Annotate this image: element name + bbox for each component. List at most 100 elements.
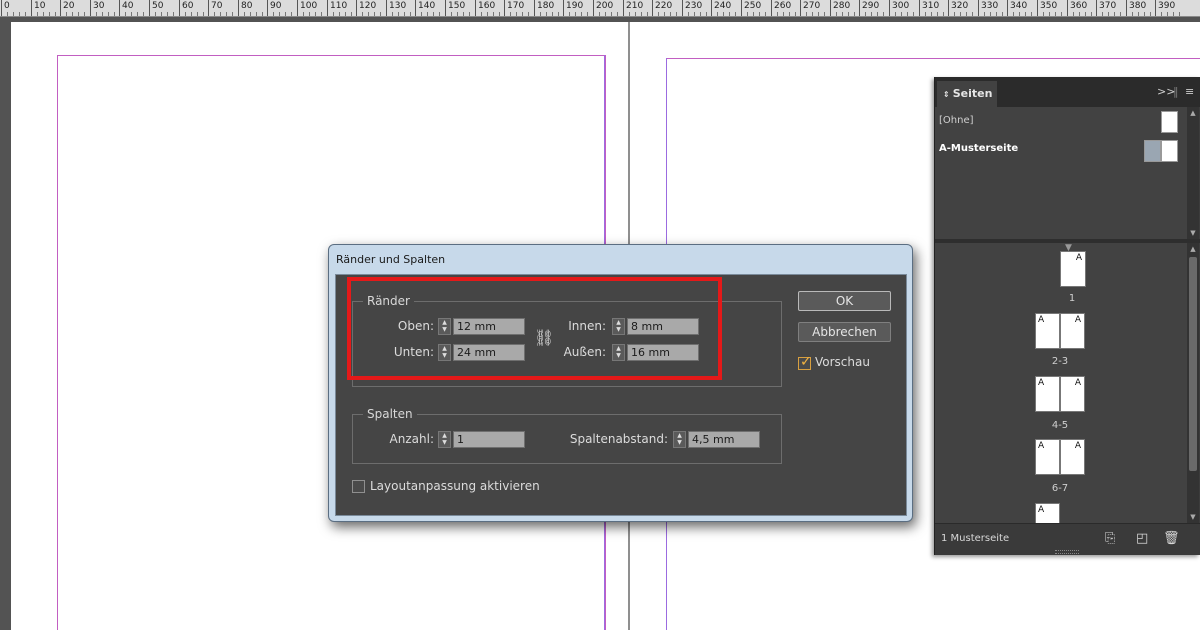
tab-label: Seiten bbox=[952, 87, 993, 100]
tab-seiten[interactable]: ⇕ Seiten bbox=[937, 81, 997, 107]
ruler-minor-tick bbox=[433, 12, 434, 16]
master-prefix: A bbox=[1075, 253, 1082, 263]
column-count-input[interactable]: 1 bbox=[453, 431, 525, 448]
ok-button[interactable]: OK bbox=[798, 291, 891, 311]
resize-grip-icon[interactable] bbox=[1055, 550, 1079, 554]
gutter-input[interactable]: 4,5 mm bbox=[688, 431, 760, 448]
page-thumb-3[interactable]: A bbox=[1060, 313, 1085, 349]
ruler-minor-tick bbox=[493, 12, 494, 16]
ruler-tick: 200 bbox=[593, 0, 613, 16]
ruler-minor-tick bbox=[1102, 12, 1103, 16]
gutter-stepper[interactable]: ▲ ▼ bbox=[673, 431, 686, 448]
ruler-minor-tick bbox=[990, 12, 991, 16]
master-prefix: A bbox=[1074, 378, 1081, 388]
ruler-minor-tick bbox=[907, 12, 908, 16]
new-page-icon[interactable]: ◰ bbox=[1136, 531, 1148, 546]
ruler-minor-tick bbox=[605, 12, 606, 16]
ruler-tick: 160 bbox=[475, 0, 495, 16]
ruler-minor-tick bbox=[1120, 12, 1121, 16]
ruler-minor-tick bbox=[587, 12, 588, 16]
page-thumb-2[interactable]: A bbox=[1035, 313, 1060, 349]
master-thumb-a-right[interactable] bbox=[1161, 140, 1178, 162]
master-prefix: A bbox=[1038, 441, 1045, 451]
page-thumb-4[interactable]: A bbox=[1035, 376, 1060, 412]
scroll-up-icon[interactable]: ▲ bbox=[1188, 109, 1198, 117]
ruler-minor-tick bbox=[700, 12, 701, 16]
ruler-tick: 240 bbox=[711, 0, 731, 16]
masters-scrollbar[interactable]: ▲ ▼ bbox=[1187, 107, 1199, 239]
ruler-minor-tick bbox=[777, 12, 778, 16]
ruler-minor-tick bbox=[392, 12, 393, 16]
ruler-tick-label: 350 bbox=[1040, 1, 1058, 11]
ruler-tick: 80 bbox=[238, 0, 252, 16]
pages-scroll-thumb[interactable] bbox=[1189, 257, 1197, 471]
scroll-up-icon[interactable]: ▲ bbox=[1188, 245, 1198, 253]
ruler-minor-tick bbox=[735, 12, 736, 16]
page-thumb-6[interactable]: A bbox=[1035, 439, 1060, 475]
delete-page-icon[interactable]: 🗑 bbox=[1163, 531, 1180, 546]
page-thumb-1[interactable]: A bbox=[1060, 251, 1086, 287]
page-thumb-8[interactable]: A bbox=[1035, 503, 1060, 523]
ruler-minor-tick bbox=[954, 12, 955, 16]
ruler-tick-label: 140 bbox=[418, 1, 436, 11]
ruler-tick-label: 10 bbox=[34, 1, 46, 11]
ruler-minor-tick bbox=[865, 12, 866, 16]
master-item-none[interactable]: [Ohne] bbox=[939, 115, 974, 126]
pages-scrollbar[interactable]: ▲ ▼ bbox=[1187, 243, 1199, 523]
ruler-minor-tick bbox=[546, 12, 547, 16]
ruler-minor-tick bbox=[670, 12, 671, 16]
ruler-tick: 380 bbox=[1126, 0, 1146, 16]
ruler-minor-tick bbox=[729, 12, 730, 16]
scroll-down-icon[interactable]: ▼ bbox=[1188, 513, 1198, 521]
ruler-minor-tick bbox=[1108, 12, 1109, 16]
ruler-tick: 310 bbox=[919, 0, 939, 16]
column-count-stepper[interactable]: ▲ ▼ bbox=[438, 431, 451, 448]
ruler-minor-tick bbox=[499, 12, 500, 16]
ruler-minor-tick bbox=[966, 12, 967, 16]
ruler-minor-tick bbox=[871, 12, 872, 16]
ruler-minor-tick bbox=[528, 12, 529, 16]
ruler-minor-tick bbox=[931, 12, 932, 16]
ruler-minor-tick bbox=[516, 12, 517, 16]
ruler-tick-label: 290 bbox=[862, 1, 880, 11]
ruler-minor-tick bbox=[374, 12, 375, 16]
ruler-minor-tick bbox=[694, 12, 695, 16]
panel-menu-icon[interactable]: ≡ bbox=[1185, 85, 1194, 98]
page-thumb-7[interactable]: A bbox=[1060, 439, 1085, 475]
preview-checkbox[interactable]: ✓ bbox=[798, 354, 812, 370]
layout-adjust-checkbox[interactable] bbox=[352, 480, 365, 493]
ruler-tick: 320 bbox=[948, 0, 968, 16]
ruler-minor-tick bbox=[812, 12, 813, 16]
master-item-a[interactable]: A-Musterseite bbox=[939, 143, 1018, 154]
ruler-minor-tick bbox=[558, 12, 559, 16]
ruler-minor-tick bbox=[25, 12, 26, 16]
ruler-minor-tick bbox=[540, 12, 541, 16]
horizontal-ruler[interactable]: 0 10 20 30 40 50 60 70 80 90 100 110 120 130 140 150 160… bbox=[0, 0, 1200, 17]
ruler-tick: 170 bbox=[504, 0, 524, 16]
page-label-4-5: 4-5 bbox=[1051, 420, 1069, 431]
ruler-tick-label: 110 bbox=[330, 1, 348, 11]
ruler-minor-tick bbox=[279, 12, 280, 16]
ruler-tick: 40 bbox=[119, 0, 133, 16]
ruler-tick-label: 120 bbox=[359, 1, 377, 11]
ruler-tick-label: 330 bbox=[981, 1, 999, 11]
ruler-minor-tick bbox=[937, 12, 938, 16]
ruler-minor-tick bbox=[1055, 12, 1056, 16]
ruler-tick-label: 0 bbox=[4, 1, 10, 11]
master-thumb-a-left[interactable] bbox=[1144, 140, 1161, 162]
ruler-minor-tick bbox=[765, 12, 766, 16]
scroll-down-icon[interactable]: ▼ bbox=[1188, 229, 1198, 237]
ruler-minor-tick bbox=[759, 12, 760, 16]
ruler-minor-tick bbox=[362, 12, 363, 16]
ruler-tick: 130 bbox=[386, 0, 406, 16]
ruler-tick-label: 160 bbox=[478, 1, 496, 11]
ruler-minor-tick bbox=[351, 12, 352, 16]
ruler-minor-tick bbox=[487, 12, 488, 16]
ruler-minor-tick bbox=[173, 12, 174, 16]
ruler-minor-tick bbox=[1114, 12, 1115, 16]
page-size-icon[interactable]: ⎘ bbox=[1105, 531, 1115, 546]
ruler-tick-label: 240 bbox=[714, 1, 732, 11]
page-thumb-5[interactable]: A bbox=[1060, 376, 1085, 412]
cancel-button[interactable]: Abbrechen bbox=[798, 322, 891, 342]
master-thumb-none[interactable] bbox=[1161, 111, 1178, 133]
